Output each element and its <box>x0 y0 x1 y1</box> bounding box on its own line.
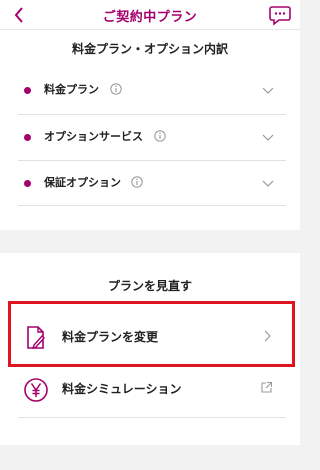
bullet-dot-icon <box>24 134 31 141</box>
app-header: ご契約中プラン <box>0 0 300 30</box>
chevron-down-icon <box>262 180 274 187</box>
page-title: ご契約中プラン <box>102 10 198 25</box>
breakdown-item-label: オプションサービス <box>44 130 143 143</box>
chevron-down-icon <box>262 134 274 141</box>
bullet-dot-icon <box>24 180 31 187</box>
yen-coin-icon <box>24 378 48 402</box>
bullet-dot-icon <box>24 87 31 94</box>
breakdown-item-warranty[interactable]: 保証オプション <box>0 161 300 205</box>
external-link-icon <box>261 381 273 393</box>
divider <box>18 205 286 206</box>
highlight-box <box>8 301 295 367</box>
breakdown-title: 料金プラン・オプション内訳 <box>71 42 228 56</box>
chevron-down-icon <box>262 87 274 94</box>
info-icon[interactable] <box>131 176 143 188</box>
info-icon[interactable] <box>154 130 166 142</box>
breakdown-item-label: 保証オプション <box>44 176 121 189</box>
chat-icon <box>269 6 291 26</box>
divider <box>18 417 286 418</box>
plan-breakdown-card: 料金プラン・オプション内訳 料金プラン オプションサービス 保証オプション <box>0 30 300 230</box>
breakdown-item-label: 料金プラン <box>44 83 99 96</box>
review-title: プランを見直す <box>107 279 192 293</box>
info-icon[interactable] <box>110 83 122 95</box>
app-screen: ご契約中プラン 料金プラン・オプション内訳 料金プラン オプションサービス 保証… <box>0 0 300 470</box>
simulation-label: 料金シミュレーション <box>62 382 182 396</box>
simulation-row[interactable]: 料金シミュレーション <box>0 364 300 418</box>
breakdown-item-plan[interactable]: 料金プラン <box>0 68 300 112</box>
chat-button[interactable] <box>268 3 292 27</box>
breakdown-item-options[interactable]: オプションサービス <box>0 115 300 159</box>
